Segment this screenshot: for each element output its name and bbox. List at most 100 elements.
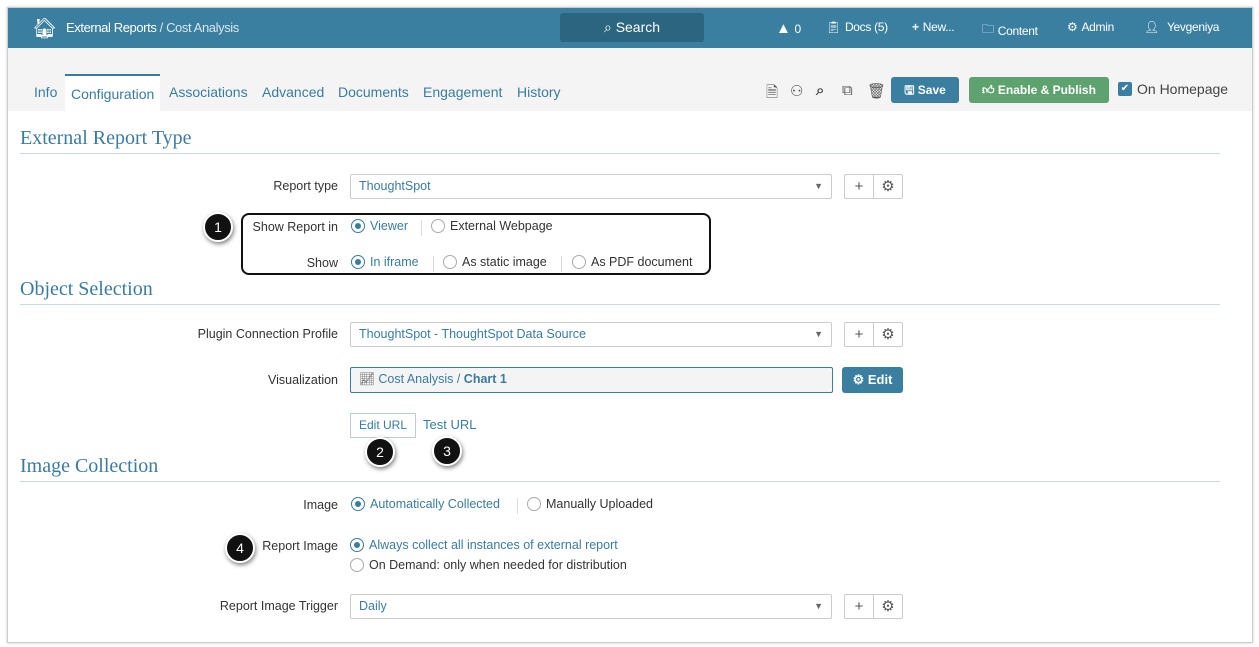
tab-bar: Info Configuration Associations Advanced… [8, 48, 1252, 111]
radio-static-image[interactable]: As static image [443, 255, 547, 269]
breadcrumb-sep: / [156, 20, 167, 35]
radio-manually-uploaded[interactable]: Manually Uploaded [527, 497, 653, 511]
docs-link[interactable]: 📋︎ Docs (5) [826, 20, 888, 34]
visualization-label: Visualization [268, 373, 338, 387]
radio-label: Always collect all instances of external… [369, 538, 618, 552]
callout-badge-4: 4 [225, 533, 255, 563]
report-type-select[interactable]: ThoughtSpot ▼ [350, 174, 832, 199]
radio-label: As PDF document [591, 255, 693, 269]
add-icon[interactable]: + [845, 323, 873, 346]
plus-icon: + [912, 20, 919, 34]
gear-icon: ⚙ [1067, 20, 1078, 34]
radio-label: External Webpage [450, 219, 553, 233]
breadcrumb: External Reports / Cost Analysis [66, 20, 239, 35]
chevron-down-icon: ▼ [814, 329, 823, 339]
show-label: Show [306, 256, 338, 270]
tab-advanced[interactable]: Advanced [256, 74, 330, 111]
tab-documents[interactable]: Documents [332, 74, 415, 111]
gear-icon: ⚙ [852, 372, 868, 387]
chevron-down-icon: ▼ [814, 601, 823, 611]
tab-history[interactable]: History [511, 74, 567, 111]
divider [20, 304, 1220, 305]
separator [421, 220, 422, 236]
search-icon: ⌕ [603, 19, 616, 35]
enable-publish-button[interactable]: 👍︎ Enable & Publish [969, 77, 1109, 103]
callout-badge-2: 2 [365, 437, 395, 467]
user-menu[interactable]: 👤︎ Yevgeniya [1144, 20, 1219, 34]
radio-pdf-document[interactable]: As PDF document [572, 255, 692, 269]
on-homepage-checkbox[interactable]: ✔ On Homepage [1118, 81, 1228, 97]
admin-link[interactable]: ⚙ Admin [1067, 20, 1114, 34]
tab-configuration[interactable]: Configuration [65, 74, 161, 111]
document-icon[interactable]: 🗎 [766, 82, 778, 107]
trash-icon[interactable]: 🗑︎ [867, 82, 886, 100]
save-button[interactable]: 🖫 Save [891, 77, 959, 103]
search-label: Search [615, 19, 661, 35]
separator [517, 498, 518, 514]
radio-selected-icon [351, 497, 365, 511]
home-icon[interactable]: 🏠︎ [32, 16, 57, 41]
clipboard-icon: 📋︎ [826, 20, 841, 34]
radio-viewer[interactable]: Viewer [351, 219, 408, 233]
section-external-report-type: External Report Type [20, 127, 192, 149]
radio-external-webpage[interactable]: External Webpage [431, 219, 553, 233]
report-image-trigger-label: Report Image Trigger [219, 599, 338, 613]
warning-icon: ▲ [776, 20, 791, 37]
radio-in-iframe[interactable]: In iframe [351, 255, 419, 269]
tab-info[interactable]: Info [28, 74, 63, 111]
gear-icon[interactable]: ⚙ [873, 175, 902, 198]
edit-label: Edit [867, 372, 893, 387]
tab-engagement[interactable]: Engagement [417, 74, 508, 111]
radio-unselected-icon [443, 255, 457, 269]
trigger-value: Daily [359, 599, 387, 613]
content-link[interactable]: 🗀 Content [982, 20, 1038, 41]
alerts-link[interactable]: ▲ 0 [776, 20, 801, 37]
plugin-profile-label: Plugin Connection Profile [197, 327, 338, 341]
separator [561, 256, 562, 272]
radio-on-demand[interactable]: On Demand: only when needed for distribu… [350, 558, 627, 572]
radio-automatically-collected[interactable]: Automatically Collected [351, 497, 500, 511]
add-icon[interactable]: + [845, 595, 873, 618]
search-button[interactable]: ⌕ Search [560, 13, 704, 42]
visualization-field[interactable]: 📈︎ Cost Analysis / Chart 1 [350, 367, 833, 393]
new-label: New... [922, 20, 955, 34]
radio-selected-icon [350, 538, 364, 552]
radio-label: As static image [462, 255, 547, 269]
trigger-actions: + ⚙ [844, 594, 903, 619]
edit-url-button[interactable]: Edit URL [350, 413, 417, 438]
edit-visualization-button[interactable]: ⚙ Edit [842, 367, 903, 393]
radio-always-collect[interactable]: Always collect all instances of external… [350, 538, 618, 552]
new-link[interactable]: + New... [912, 20, 955, 34]
copy-icon[interactable]: ⧉ [842, 82, 853, 99]
radio-unselected-icon [431, 219, 445, 233]
radio-label: In iframe [370, 255, 419, 269]
report-image-trigger-select[interactable]: Daily ▼ [350, 594, 832, 619]
user-name: Yevgeniya [1166, 20, 1220, 34]
radio-label: On Demand: only when needed for distribu… [369, 558, 627, 572]
add-icon[interactable]: + [845, 175, 873, 198]
breadcrumb-root[interactable]: External Reports [66, 20, 157, 35]
test-url-link[interactable]: Test URL [423, 417, 476, 432]
gear-icon[interactable]: ⚙ [873, 323, 902, 346]
report-image-label: Report Image [262, 539, 338, 553]
tab-associations[interactable]: Associations [163, 74, 254, 111]
divider [20, 481, 1220, 482]
separator [433, 256, 434, 272]
callout-badge-1: 1 [203, 212, 233, 242]
user-icon: 👤︎ [1144, 20, 1159, 34]
radio-selected-icon [351, 255, 365, 269]
plugin-profile-actions: + ⚙ [844, 322, 903, 347]
gear-icon[interactable]: ⚙ [873, 595, 902, 618]
chevron-down-icon: ▼ [814, 181, 823, 191]
report-type-label: Report type [273, 179, 338, 193]
plugin-profile-select[interactable]: ThoughtSpot - ThoughtSpot Data Source ▼ [350, 322, 832, 347]
content-label: Content [997, 23, 1038, 38]
publish-label: Enable & Publish [997, 83, 1096, 97]
section-object-selection: Object Selection [20, 278, 153, 300]
checkbox-checked-icon: ✔ [1118, 82, 1132, 96]
hierarchy-icon[interactable]: ⚇ [790, 82, 803, 100]
search-icon[interactable]: ⌕ [816, 82, 824, 99]
radio-selected-icon [351, 219, 365, 233]
image-label: Image [303, 498, 338, 512]
radio-label: Viewer [370, 219, 408, 233]
